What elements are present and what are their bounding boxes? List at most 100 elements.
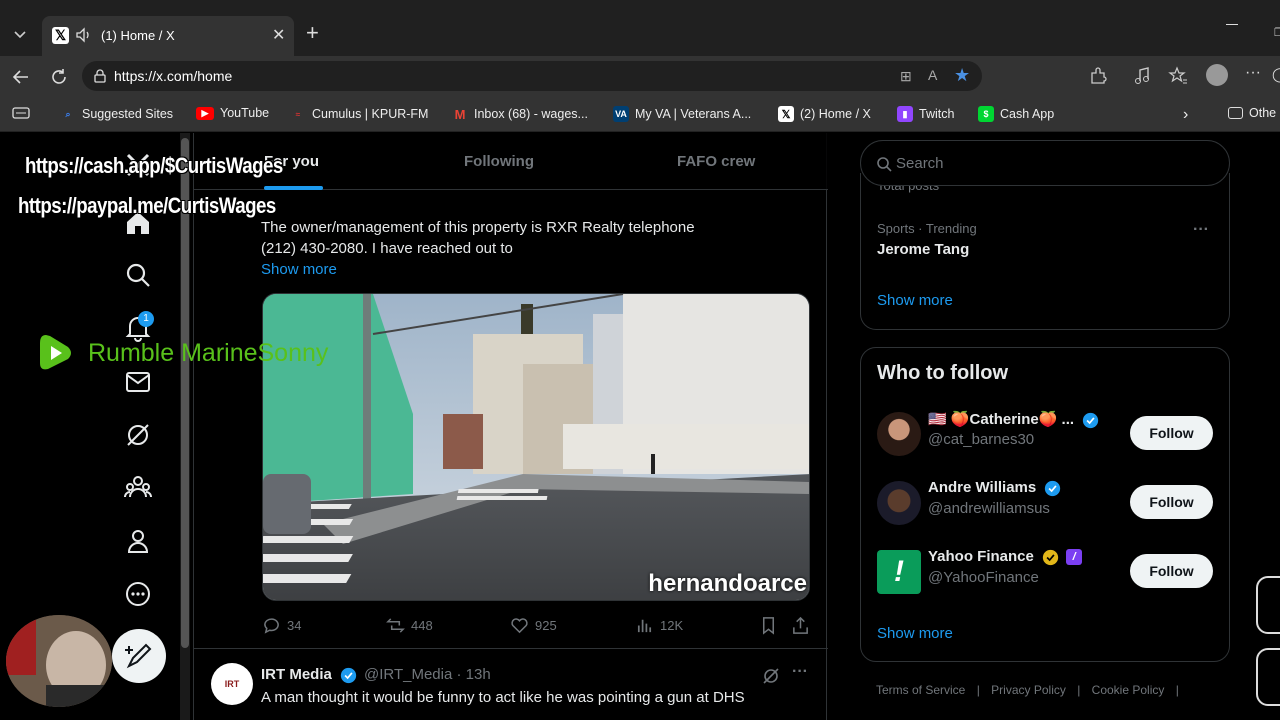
url-field[interactable]: https://x.com/home ⊞ A ★ bbox=[82, 61, 982, 91]
lock-icon[interactable] bbox=[92, 68, 108, 84]
favorite-suggested-sites[interactable]: ⌕ Suggested Sites bbox=[60, 106, 173, 122]
favorites-overflow-chevron-icon[interactable]: › bbox=[1183, 106, 1188, 124]
tweet-video-media[interactable]: hernandoarce bbox=[262, 293, 810, 601]
video-watermark: hernandoarce bbox=[648, 570, 807, 597]
share-icon bbox=[793, 616, 808, 634]
back-icon[interactable] bbox=[10, 66, 32, 88]
search-icon: ⌕ bbox=[65, 108, 71, 119]
yahoo-finance-logo-icon[interactable]: ! bbox=[877, 550, 921, 594]
grok-icon[interactable] bbox=[124, 421, 152, 449]
follow-button[interactable]: Follow bbox=[1130, 485, 1213, 519]
close-tab-icon[interactable]: ✕ bbox=[272, 25, 285, 45]
browser-tab[interactable]: 𝕏 (1) Home / X ✕ bbox=[42, 16, 294, 56]
trend-more-icon[interactable]: ··· bbox=[1193, 221, 1209, 239]
profile-icon[interactable] bbox=[124, 527, 152, 555]
tab-fafo-crew[interactable]: FAFO crew bbox=[677, 153, 755, 170]
who-to-follow-show-more-link[interactable]: Show more bbox=[877, 625, 953, 642]
favorite-twitch[interactable]: ▮ Twitch bbox=[897, 106, 954, 122]
follow-suggestion-row[interactable]: 🇺🇸 🍑Catherine🍑 ... @cat_barnes30 Follow bbox=[877, 406, 1217, 462]
explore-search-icon[interactable] bbox=[124, 261, 152, 289]
affiliate-badge-icon: / bbox=[1066, 549, 1083, 566]
extensions-icon[interactable] bbox=[1088, 66, 1108, 86]
favorite-label: YouTube bbox=[220, 106, 270, 120]
suggestion-name[interactable]: Yahoo Finance / bbox=[928, 548, 1083, 566]
cookie-link[interactable]: Cookie Policy bbox=[1092, 683, 1165, 697]
suggestion-handle: @YahooFinance bbox=[928, 569, 1039, 586]
rumble-logo-icon bbox=[40, 335, 71, 370]
verified-badge-icon bbox=[340, 667, 357, 683]
repost-button[interactable]: 448 bbox=[386, 616, 433, 635]
suggestion-name-text: Andre Williams bbox=[928, 479, 1037, 496]
follow-button[interactable]: Follow bbox=[1130, 554, 1213, 588]
favorite-star-icon[interactable]: ★ bbox=[954, 65, 970, 86]
author-name[interactable]: IRT Media bbox=[261, 666, 357, 684]
author-handle[interactable]: @IRT_Media · 13h bbox=[364, 666, 491, 683]
follow-button[interactable]: Follow bbox=[1130, 416, 1213, 450]
tab-list-chevron-icon[interactable] bbox=[6, 20, 34, 48]
search-box[interactable]: Search bbox=[860, 140, 1230, 186]
views-button[interactable]: 12K bbox=[635, 616, 683, 635]
verified-badge-icon bbox=[1083, 412, 1099, 428]
edge-side-search-button[interactable] bbox=[1256, 576, 1280, 634]
media-control-icon[interactable] bbox=[1132, 66, 1152, 86]
like-button[interactable]: 925 bbox=[510, 616, 557, 635]
favorites-bar: ⌕ Suggested Sites ▶ YouTube ≈ Cumulus | … bbox=[0, 96, 1280, 132]
favorite-label: Twitch bbox=[919, 107, 955, 121]
suggestion-name[interactable]: Andre Williams bbox=[928, 479, 1061, 497]
favorite-label: Cash App bbox=[1000, 107, 1055, 121]
grok-icon[interactable] bbox=[762, 667, 780, 685]
trend-name[interactable]: Jerome Tang bbox=[877, 241, 969, 258]
trends-show-more-link[interactable]: Show more bbox=[877, 292, 953, 309]
read-aloud-icon[interactable]: A bbox=[928, 67, 937, 83]
other-favorites-label: Othe bbox=[1249, 106, 1277, 120]
tweet-text: A man thought it would be funny to act l… bbox=[261, 689, 745, 706]
profile-avatar-icon[interactable] bbox=[1206, 64, 1228, 86]
more-options-icon[interactable] bbox=[124, 580, 152, 608]
favorite-youtube[interactable]: ▶ YouTube bbox=[196, 106, 269, 120]
tweet-show-more-link[interactable]: Show more bbox=[261, 261, 337, 278]
follow-suggestion-row[interactable]: ! Yahoo Finance / @YahooFinance Follow bbox=[877, 544, 1217, 600]
share-button[interactable] bbox=[791, 616, 810, 635]
favorite-my-va[interactable]: VA My VA | Veterans A... bbox=[613, 106, 751, 122]
webcam-overlay bbox=[6, 615, 112, 707]
favorite-gmail-inbox[interactable]: M Inbox (68) - wages... bbox=[452, 106, 588, 122]
new-tab-icon[interactable]: + bbox=[306, 22, 319, 44]
follow-suggestion-row[interactable]: Andre Williams @andrewilliamsus Follow bbox=[877, 475, 1217, 531]
compose-post-button[interactable] bbox=[112, 629, 166, 683]
suggestion-name[interactable]: 🇺🇸 🍑Catherine🍑 ... bbox=[928, 410, 1099, 429]
avatar[interactable] bbox=[877, 412, 921, 456]
notification-count-badge: 1 bbox=[138, 311, 154, 327]
avatar[interactable]: IRT bbox=[211, 663, 253, 705]
maximize-icon[interactable]: ❐ bbox=[1274, 26, 1280, 39]
favorite-cash-app[interactable]: $ Cash App bbox=[978, 106, 1054, 122]
minimize-icon[interactable] bbox=[1226, 24, 1238, 25]
speaker-icon[interactable] bbox=[75, 26, 93, 44]
more-menu-icon[interactable]: ··· bbox=[1245, 64, 1265, 84]
other-favorites[interactable]: Othe bbox=[1228, 106, 1276, 120]
communities-icon[interactable] bbox=[124, 473, 152, 501]
avatar[interactable] bbox=[877, 481, 921, 525]
footer-divider: | bbox=[1175, 683, 1179, 697]
favorite-cumulus[interactable]: ≈ Cumulus | KPUR-FM bbox=[290, 106, 429, 122]
favorite-x-home[interactable]: 𝕏 (2) Home / X bbox=[778, 106, 871, 122]
street-scene-image bbox=[263, 294, 809, 600]
privacy-link[interactable]: Privacy Policy bbox=[991, 683, 1066, 697]
sidebar-search-icon[interactable]: ◯ bbox=[1272, 66, 1280, 86]
edge-side-panel-button[interactable] bbox=[1256, 648, 1280, 706]
favorites-icon[interactable] bbox=[1168, 66, 1188, 86]
more-icon[interactable]: ··· bbox=[792, 663, 808, 681]
tab-following[interactable]: Following bbox=[464, 153, 534, 170]
reading-list-icon[interactable] bbox=[12, 106, 30, 120]
app-available-icon[interactable]: ⊞ bbox=[900, 68, 912, 85]
trends-panel: Total posts Sports · Trending Jerome Tan… bbox=[860, 173, 1230, 330]
suggestion-name-text: Yahoo Finance bbox=[928, 548, 1034, 565]
tweet-irt-media[interactable]: IRT IRT Media @IRT_Media · 13h ··· A man… bbox=[194, 648, 828, 720]
twitch-icon: ▮ bbox=[897, 106, 913, 122]
browser-tab-bar: 𝕏 (1) Home / X ✕ + ❐ bbox=[0, 0, 1280, 56]
refresh-icon[interactable] bbox=[48, 66, 70, 88]
reply-button[interactable]: 34 bbox=[262, 616, 301, 635]
x-logo-icon: 𝕏 bbox=[52, 27, 69, 44]
terms-link[interactable]: Terms of Service bbox=[876, 683, 965, 697]
cash-app-overlay-text: https://cash.app/$CurtisWages bbox=[25, 153, 283, 178]
bookmark-button[interactable] bbox=[759, 616, 778, 635]
